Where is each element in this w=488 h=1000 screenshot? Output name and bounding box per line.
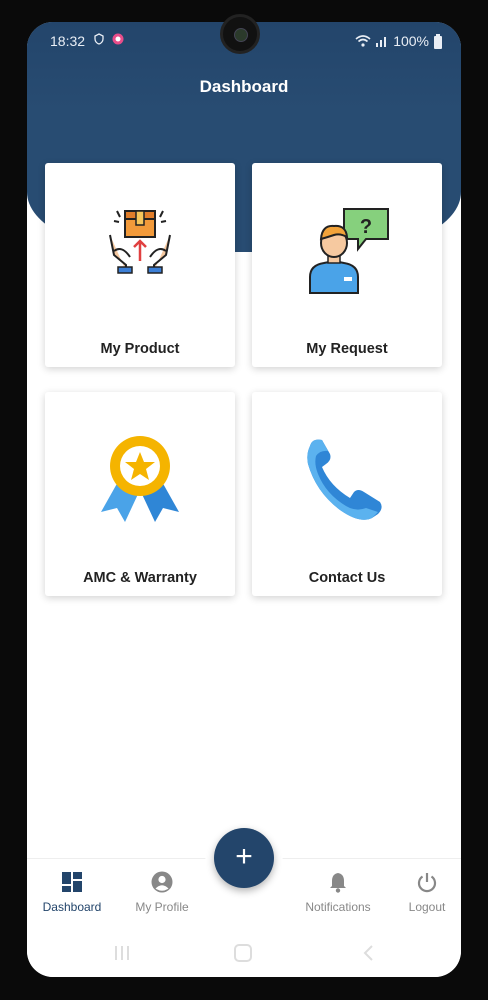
dashboard-icon [27,871,117,896]
battery-percent: 100% [393,33,429,49]
card-label: My Request [306,341,388,357]
card-contact-us[interactable]: Contact Us [252,392,442,596]
phone-frame: 18:32 100% Dashboard My Product ? My Req… [0,0,488,1000]
back-icon[interactable] [361,944,375,967]
card-my-request[interactable]: ? My Request [252,163,442,367]
home-icon[interactable] [233,944,253,967]
recents-icon[interactable] [113,944,131,967]
wifi-icon [355,35,371,47]
award-ribbon-icon [95,434,185,529]
card-label: Contact Us [308,570,386,586]
card-amc-warranty[interactable]: AMC & Warranty [45,392,235,596]
nav-label: Dashboard [42,900,102,914]
product-box-hands-icon [108,205,172,280]
card-label: AMC & Warranty [83,570,197,586]
phone-icon [302,434,392,529]
profile-icon [117,871,207,896]
svg-text:?: ? [360,216,372,238]
signal-icon [376,37,387,47]
power-icon [382,871,461,896]
battery-icon [434,33,442,49]
nav-label: Logout [408,900,446,914]
shield-icon [94,33,104,45]
add-button[interactable]: + [214,828,274,888]
status-time: 18:32 [50,33,86,49]
card-my-product[interactable]: My Product [45,163,235,367]
support-agent-question-icon: ? [304,205,390,300]
status-notification-icons [93,33,124,48]
status-right: 100% [355,33,443,49]
card-label: My Product [100,341,180,357]
app-notification-icon [112,33,124,45]
front-camera [220,14,260,54]
bell-icon [293,871,383,896]
app-screen: 18:32 100% Dashboard My Product ? My Req… [27,22,461,977]
nav-label: My Profile [135,900,189,914]
nav-logout[interactable]: Logout [382,871,461,914]
system-navigation-bar [27,928,461,977]
nav-my-profile[interactable]: My Profile [117,871,207,914]
nav-notifications[interactable]: Notifications [293,871,383,914]
page-title: Dashboard [199,77,289,96]
nav-dashboard[interactable]: Dashboard [27,871,117,914]
nav-label: Notifications [305,900,371,914]
